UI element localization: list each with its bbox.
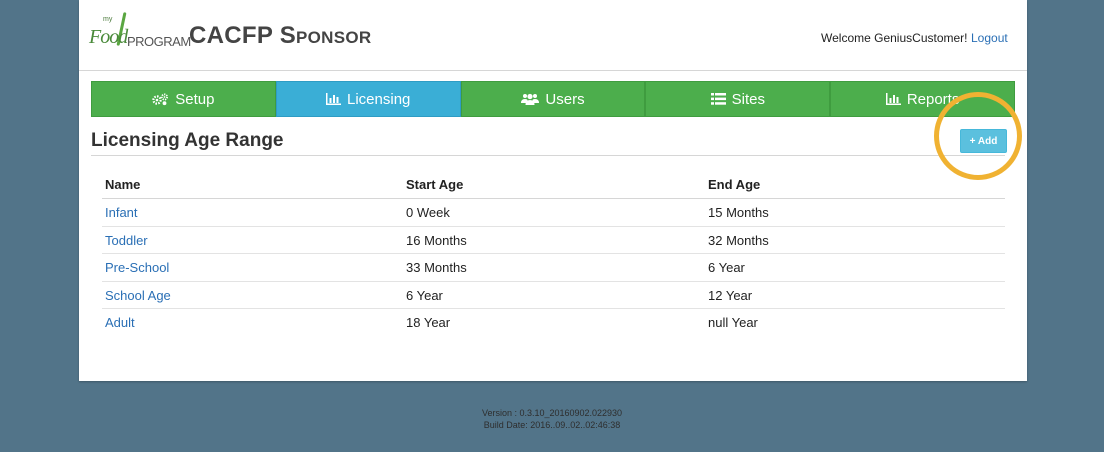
table-row: School Age 6 Year 12 Year [102, 282, 1005, 309]
table-row: Pre-School 33 Months 6 Year [102, 254, 1005, 282]
bar-chart-icon [885, 93, 901, 105]
main-nav: Setup Licensing Users Sites Reports [91, 81, 1015, 117]
title-divider [91, 155, 1005, 156]
tab-users-label: Users [545, 90, 585, 108]
age-range-name-link[interactable]: School Age [105, 282, 171, 309]
version-text: Version : 0.3.10_20160902.022930 [481, 408, 623, 418]
users-icon [521, 93, 540, 105]
age-range-name-link[interactable]: Adult [105, 309, 135, 336]
tab-users[interactable]: Users [460, 81, 646, 117]
column-header-end-age: End Age [708, 177, 761, 192]
start-age-cell: 33 Months [406, 260, 467, 275]
end-age-cell: 32 Months [708, 232, 769, 248]
logo-my-text: my [103, 16, 113, 23]
list-icon [710, 93, 726, 105]
bar-chart-icon [326, 93, 341, 105]
age-range-name-link[interactable]: Pre-School [105, 254, 169, 281]
start-age-cell: 16 Months [406, 232, 467, 248]
start-age-cell: 0 Week [406, 205, 450, 220]
tab-licensing-label: Licensing [347, 90, 411, 108]
table-row: Adult 18 Year null Year [102, 309, 1005, 337]
add-button[interactable]: + Add [960, 129, 1007, 153]
welcome-message: Welcome GeniusCustomer! [821, 31, 968, 45]
start-age-cell: 6 Year [406, 287, 443, 303]
column-header-start-age: Start Age [406, 177, 464, 192]
end-age-cell: 6 Year [708, 260, 745, 275]
end-age-cell: 12 Year [708, 287, 753, 303]
table-row: Toddler 16 Months 32 Months [102, 227, 1005, 254]
logout-link[interactable]: Logout [971, 31, 1008, 45]
tab-setup-label: Setup [175, 90, 215, 108]
app-header: my Food PROGRAM CACFP Sponsor Welcome Ge… [79, 0, 1027, 71]
main-panel: my Food PROGRAM CACFP Sponsor Welcome Ge… [79, 0, 1027, 381]
logo-food-text: Food [89, 26, 128, 48]
build-date-text: Build Date: 2016..09..02..02:46:38 [483, 420, 621, 430]
table-row: Infant 0 Week 15 Months [102, 199, 1005, 227]
version-footer: Version : 0.3.10_20160902.022930 Build D… [0, 407, 1104, 431]
end-age-cell: null Year [708, 315, 758, 330]
table-header-row: Name Start Age End Age [102, 170, 1005, 199]
age-range-table: Name Start Age End Age Infant 0 Week 15 … [102, 170, 1005, 337]
tab-sites-label: Sites [731, 90, 765, 108]
column-header-name: Name [105, 177, 141, 192]
tab-sites[interactable]: Sites [645, 81, 831, 117]
end-age-cell: 15 Months [708, 205, 769, 220]
gears-icon [152, 93, 169, 105]
age-range-name-link[interactable]: Toddler [105, 227, 148, 254]
app-title: CACFP Sponsor [189, 22, 372, 49]
page-title: Licensing Age Range [91, 130, 284, 151]
tab-setup[interactable]: Setup [91, 81, 276, 117]
start-age-cell: 18 Year [406, 315, 451, 330]
tab-reports-label: Reports [906, 90, 960, 108]
logo-program-text: PROGRAM [127, 34, 191, 49]
app-logo: my Food PROGRAM [89, 10, 191, 56]
tab-licensing[interactable]: Licensing [275, 81, 461, 117]
tab-reports[interactable]: Reports [830, 81, 1015, 117]
age-range-name-link[interactable]: Infant [105, 199, 138, 226]
